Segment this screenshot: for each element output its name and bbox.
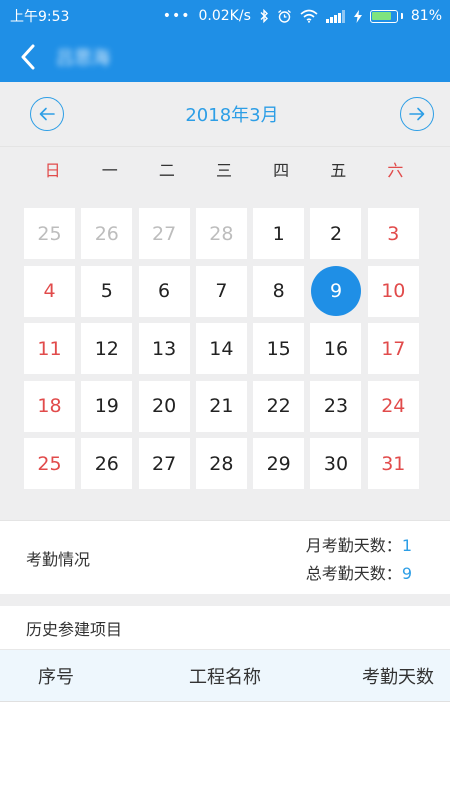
calendar-day[interactable]: 6: [138, 265, 190, 317]
weekday-row: 日 一 二 三 四 五 六: [24, 146, 424, 196]
calendar-day-prev-month[interactable]: 25: [24, 208, 75, 259]
calendar-day-weekend[interactable]: 10: [367, 265, 419, 317]
bluetooth-icon: [259, 9, 269, 23]
weekday-wed: 三: [215, 161, 232, 180]
arrow-left-circle-icon: [39, 107, 55, 121]
monthly-attendance-value: 1: [401, 535, 412, 555]
calendar-day[interactable]: 29: [253, 438, 305, 490]
calendar-day-weekend[interactable]: 18: [24, 380, 75, 432]
signal-icon: [325, 9, 346, 23]
arrow-right-circle-icon: [409, 107, 425, 121]
calendar-day[interactable]: 28: [195, 438, 247, 490]
calendar-day[interactable]: 7: [195, 265, 247, 317]
column-header-project-name: 工程名称: [189, 666, 261, 688]
calendar-grid: 25 26 27 28 1 2 3 4 5 6 7 8 9 10 11 12 1…: [24, 208, 424, 490]
calendar-day[interactable]: 15: [253, 323, 305, 375]
total-attendance: 总考勤天数：9: [306, 560, 412, 584]
calendar-day-prev-month[interactable]: 28: [195, 208, 247, 259]
calendar-day[interactable]: 1: [253, 208, 305, 259]
charging-icon: [353, 9, 362, 23]
app-bar: 吕思海: [0, 32, 450, 82]
chevron-left-icon: [21, 44, 35, 70]
selected-day-indicator: 9: [310, 266, 361, 317]
calendar-day[interactable]: 13: [138, 323, 190, 375]
calendar-day[interactable]: 22: [253, 380, 305, 432]
prev-month-button[interactable]: [30, 97, 64, 131]
history-section-title: 历史参建项目: [0, 606, 450, 650]
calendar-day-weekend[interactable]: 25: [24, 438, 75, 490]
wifi-icon: [300, 9, 318, 23]
column-header-attendance-days: 考勤天数: [362, 666, 434, 688]
weekday-sat: 六: [387, 161, 404, 180]
calendar-day[interactable]: 2: [310, 208, 362, 259]
history-table-body: [0, 702, 450, 800]
calendar-day[interactable]: 27: [138, 438, 190, 490]
calendar-day[interactable]: 19: [81, 380, 133, 432]
calendar-day[interactable]: 12: [81, 323, 133, 375]
calendar-day-prev-month[interactable]: 26: [81, 208, 133, 259]
calendar-day-weekend[interactable]: 24: [367, 380, 419, 432]
battery-percent: 81%: [410, 8, 442, 24]
next-month-button[interactable]: [399, 97, 434, 131]
weekday-sun: 日: [44, 161, 61, 180]
weekday-tue: 二: [158, 161, 175, 180]
weekday-mon: 一: [101, 161, 118, 180]
calendar-day[interactable]: 20: [138, 380, 190, 432]
battery-icon: [369, 9, 403, 23]
more-dots-icon: •••: [162, 8, 191, 24]
calendar-day[interactable]: 30: [310, 438, 362, 490]
month-title: 2018年3月: [185, 105, 279, 126]
calendar-day-weekend[interactable]: 3: [367, 208, 419, 259]
network-speed: 0.02K/s: [198, 8, 251, 24]
history-table-header: 序号 工程名称 考勤天数: [0, 650, 450, 702]
attendance-stats: 月考勤天数：1 总考勤天数：9: [306, 532, 412, 584]
calendar-day[interactable]: 21: [195, 380, 247, 432]
calendar-day[interactable]: 16: [310, 323, 362, 375]
attendance-label: 考勤情况: [26, 549, 91, 569]
calendar-day[interactable]: 14: [195, 323, 247, 375]
total-attendance-label: 总考勤天数：: [305, 563, 402, 583]
calendar-day[interactable]: 23: [310, 380, 362, 432]
column-header-index: 序号: [38, 666, 74, 688]
weekday-thu: 四: [273, 161, 290, 180]
section-divider: [0, 594, 450, 606]
calendar-day-weekend[interactable]: 11: [24, 323, 75, 375]
weekday-fri: 五: [330, 161, 347, 180]
month-header: 2018年3月: [0, 82, 450, 146]
calendar-day-selected[interactable]: 9: [310, 266, 361, 317]
calendar-day-weekend[interactable]: 4: [24, 265, 75, 317]
status-time: 上午9:53: [10, 9, 70, 25]
monthly-attendance-label: 月考勤天数：: [305, 535, 402, 555]
calendar-day-weekend[interactable]: 31: [367, 438, 419, 490]
status-icons: ••• 0.02K/s 81%: [163, 8, 442, 24]
calendar-day[interactable]: 5: [81, 265, 133, 317]
calendar-day-prev-month[interactable]: 27: [138, 208, 190, 259]
calendar-day[interactable]: 8: [253, 265, 305, 317]
monthly-attendance: 月考勤天数：1: [306, 532, 412, 556]
calendar-day-weekend[interactable]: 17: [367, 323, 419, 375]
calendar-day[interactable]: 26: [81, 438, 133, 490]
back-button[interactable]: [0, 32, 56, 82]
total-attendance-value: 9: [401, 563, 412, 583]
page-title: 吕思海: [56, 48, 110, 69]
attendance-summary: 考勤情况 月考勤天数：1 总考勤天数：9: [0, 520, 450, 594]
alarm-icon: [277, 9, 292, 24]
status-bar: 上午9:53 ••• 0.02K/s 81%: [0, 0, 450, 32]
